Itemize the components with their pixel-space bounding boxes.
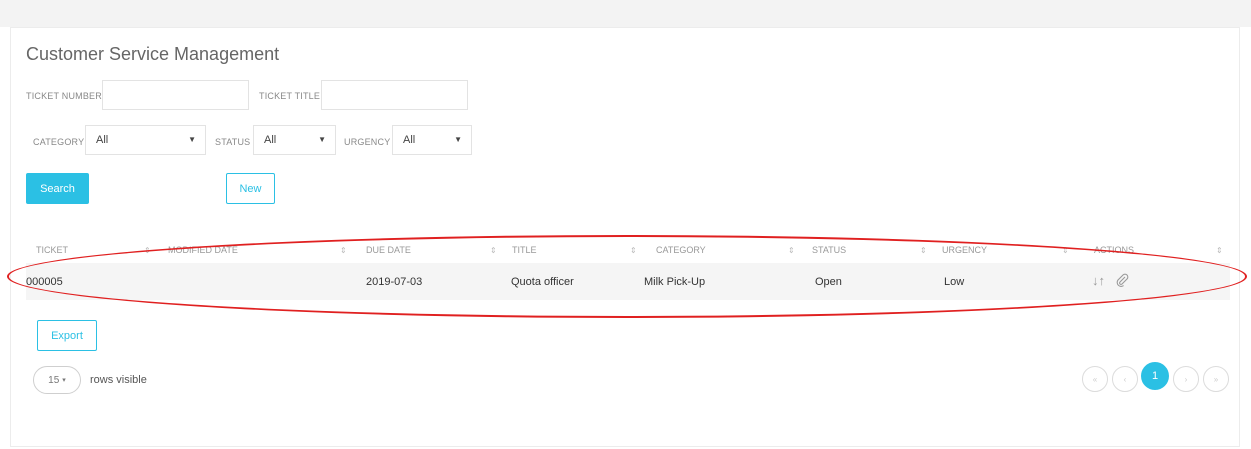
chevron-down-icon: ▼ — [188, 135, 196, 144]
prev-page-button[interactable]: ‹ — [1112, 366, 1138, 392]
new-button[interactable]: New — [226, 173, 275, 204]
top-band — [0, 0, 1251, 27]
chevron-down-icon: ▼ — [318, 135, 326, 144]
category-select[interactable]: All ▼ — [85, 125, 206, 155]
urgency-select[interactable]: All ▼ — [392, 125, 472, 155]
status-select[interactable]: All ▼ — [253, 125, 336, 155]
last-page-button[interactable]: » — [1203, 366, 1229, 392]
rows-per-page-value: 15 — [48, 374, 60, 386]
category-label: CATEGORY — [33, 137, 85, 147]
next-page-button[interactable]: › — [1173, 366, 1199, 392]
rows-visible-label: rows visible — [90, 374, 147, 386]
page-title: Customer Service Management — [26, 44, 280, 64]
ticket-title-label: TICKET TITLE — [259, 91, 321, 101]
category-select-value: All — [96, 134, 109, 146]
export-button[interactable]: Export — [37, 320, 97, 351]
column-header-ticket[interactable]: TICKET — [36, 245, 68, 255]
ticket-title-input[interactable] — [321, 80, 468, 110]
ticket-number-input[interactable] — [102, 80, 249, 110]
sort-icon[interactable]: ⇕ — [1216, 246, 1223, 255]
rows-per-page-select[interactable]: 15 ▾ — [33, 366, 81, 394]
status-select-value: All — [264, 134, 277, 146]
urgency-label: URGENCY — [344, 137, 391, 147]
highlight-ellipse — [7, 235, 1247, 318]
status-label: STATUS — [215, 137, 251, 147]
ticket-number-label: TICKET NUMBER — [26, 91, 102, 101]
urgency-select-value: All — [403, 134, 416, 146]
search-button[interactable]: Search — [26, 173, 89, 204]
chevron-down-icon: ▼ — [454, 135, 462, 144]
page-1-button[interactable]: 1 — [1141, 362, 1169, 390]
chevron-down-icon: ▾ — [62, 377, 66, 384]
first-page-button[interactable]: « — [1082, 366, 1108, 392]
